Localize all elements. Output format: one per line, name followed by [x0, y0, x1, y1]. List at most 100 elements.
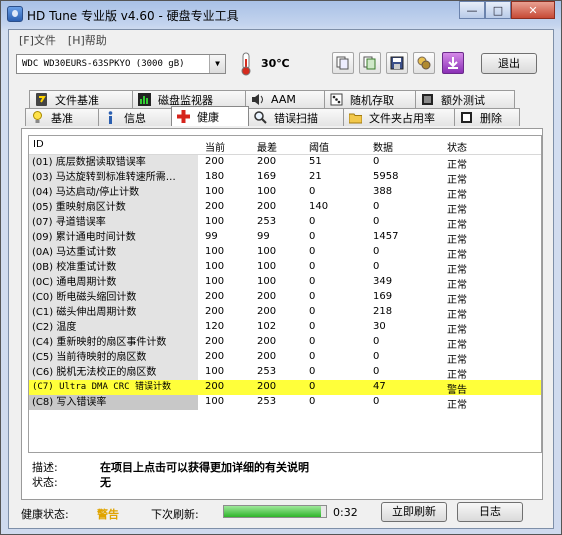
refresh-now-button[interactable]: 立即刷新: [381, 502, 447, 522]
minimize-button[interactable]: —: [459, 1, 485, 19]
description-label: 描述:: [32, 461, 58, 474]
row-worst: 100: [257, 261, 277, 272]
title-bar[interactable]: HD Tune 专业版 v4.60 - 硬盘专业工具 — □ ✕: [1, 1, 561, 29]
row-attribute-name: (0B) 校准重试计数: [29, 260, 198, 275]
table-row[interactable]: (C0) 断电磁头缩回计数 200 200 0 169 正常: [29, 290, 541, 306]
row-data: 0: [373, 156, 380, 167]
copy-all-button[interactable]: [359, 52, 381, 74]
tab-aam[interactable]: AAM: [245, 90, 325, 108]
table-row[interactable]: (C4) 重新映射的扇区事件计数 200 200 0 0 正常: [29, 335, 541, 351]
row-threshold: 0: [309, 306, 316, 317]
table-row[interactable]: (C7) Ultra DMA CRC 错误计数 200 200 0 47 警告: [29, 380, 541, 396]
row-status: 正常: [447, 310, 467, 321]
speaker-icon: [251, 93, 264, 106]
row-threshold: 0: [309, 396, 316, 407]
tab-info[interactable]: 信息: [98, 108, 172, 126]
col-current[interactable]: 当前: [205, 139, 225, 154]
tab-random-access[interactable]: 随机存取: [324, 90, 416, 108]
row-threshold: 21: [309, 171, 322, 182]
table-row[interactable]: (07) 寻道错误率 100 253 0 0 正常: [29, 215, 541, 231]
options-button[interactable]: [413, 52, 435, 74]
col-status[interactable]: 状态: [447, 139, 467, 154]
table-row[interactable]: (0C) 通电周期计数 100 100 0 349 正常: [29, 275, 541, 291]
refresh-countdown: 0:32: [333, 506, 358, 519]
copy-button[interactable]: [332, 52, 354, 74]
table-row[interactable]: (04) 马达启动/停止计数 100 100 0 388 正常: [29, 185, 541, 201]
row-attribute-name: (C2) 温度: [29, 320, 198, 335]
tab-label: 随机存取: [350, 93, 394, 107]
maximize-button[interactable]: □: [485, 1, 511, 19]
row-data: 30: [373, 321, 386, 332]
row-threshold: 0: [309, 351, 316, 362]
row-threshold: 0: [309, 336, 316, 347]
row-worst: 200: [257, 336, 277, 347]
row-status: 正常: [447, 280, 467, 291]
row-worst: 100: [257, 186, 277, 197]
row-attribute-name: (C1) 磁头伸出周期计数: [29, 305, 198, 320]
table-row[interactable]: (C2) 温度 120 102 0 30 正常: [29, 320, 541, 336]
exit-button[interactable]: 退出: [481, 53, 537, 74]
row-threshold: 0: [309, 276, 316, 287]
tab-error-scan[interactable]: 错误扫描: [248, 108, 344, 126]
row-status: 正常: [447, 295, 467, 306]
close-button[interactable]: ✕: [511, 1, 555, 19]
menu-help[interactable]: [H]帮助: [62, 30, 113, 48]
row-threshold: 0: [309, 261, 316, 272]
table-row[interactable]: (C1) 磁头伸出周期计数 200 200 0 218 正常: [29, 305, 541, 321]
row-threshold: 0: [309, 291, 316, 302]
row-threshold: 140: [309, 201, 329, 212]
row-current: 120: [205, 321, 225, 332]
tab-file-benchmark[interactable]: 文件基准: [29, 90, 133, 108]
tab-health[interactable]: 健康: [171, 106, 249, 126]
row-attribute-name: (03) 马达旋转到标准转速所需…: [29, 170, 198, 185]
row-data: 0: [373, 366, 380, 377]
row-status: 正常: [447, 400, 467, 411]
col-id[interactable]: ID: [33, 139, 44, 150]
row-worst: 200: [257, 351, 277, 362]
row-threshold: 0: [309, 246, 316, 257]
tab-erase[interactable]: 删除: [454, 108, 520, 126]
folder-icon: [348, 111, 363, 124]
row-current: 200: [205, 291, 225, 302]
table-row[interactable]: (03) 马达旋转到标准转速所需… 180 169 21 5958 正常: [29, 170, 541, 186]
row-attribute-name: (C5) 当前待映射的扇区数: [29, 350, 198, 365]
log-button[interactable]: 日志: [457, 502, 523, 522]
magnifier-icon: [254, 111, 267, 124]
tab-benchmark[interactable]: 基准: [25, 108, 99, 126]
menu-file[interactable]: [F]文件: [13, 30, 62, 48]
row-attribute-name: (C0) 断电磁头缩回计数: [29, 290, 198, 305]
table-row[interactable]: (09) 累计通电时间计数 99 99 0 1457 正常: [29, 230, 541, 246]
table-row[interactable]: (0A) 马达重试计数 100 100 0 0 正常: [29, 245, 541, 261]
drive-select-value: WDC WD30EURS-63SPKYO (3000 gB): [22, 59, 185, 69]
row-status: 正常: [447, 220, 467, 231]
col-data[interactable]: 数据: [373, 139, 393, 154]
row-worst: 253: [257, 216, 277, 227]
table-row[interactable]: (01) 底层数据读取错误率 200 200 51 0 正常: [29, 155, 541, 171]
row-data: 349: [373, 276, 393, 287]
row-current: 200: [205, 381, 225, 392]
col-worst[interactable]: 最差: [257, 139, 277, 154]
row-status: 正常: [447, 250, 467, 261]
save-button[interactable]: [386, 52, 408, 74]
table-row[interactable]: (0B) 校准重试计数 100 100 0 0 正常: [29, 260, 541, 276]
table-row[interactable]: (05) 重映射扇区计数 200 200 140 0 正常: [29, 200, 541, 216]
download-button[interactable]: [442, 52, 464, 74]
row-status: 正常: [447, 160, 467, 171]
status-bar: 健康状态: 警告 下次刷新: 0:32 立即刷新 日志: [15, 502, 549, 526]
row-current: 200: [205, 156, 225, 167]
table-row[interactable]: (C8) 写入错误率 100 253 0 0 正常: [29, 395, 541, 411]
tab-extra-tests[interactable]: 额外测试: [415, 90, 515, 108]
drive-select[interactable]: WDC WD30EURS-63SPKYO (3000 gB) ▼: [16, 54, 226, 74]
tab-folder-usage[interactable]: 文件夹占用率: [343, 108, 455, 126]
file-benchmark-icon: [35, 93, 48, 106]
table-row[interactable]: (C6) 脱机无法校正的扇区数 100 253 0 0 正常: [29, 365, 541, 381]
refresh-progress-fill: [224, 506, 321, 517]
row-attribute-name: (09) 累计通电时间计数: [29, 230, 198, 245]
smart-table[interactable]: ID 当前 最差 阈值 数据 状态 (01) 底层数据读取错误率 200 200 51…: [28, 135, 542, 453]
row-status: 警告: [447, 385, 467, 396]
row-current: 100: [205, 366, 225, 377]
chevron-down-icon[interactable]: ▼: [209, 55, 225, 73]
table-row[interactable]: (C5) 当前待映射的扇区数 200 200 0 0 正常: [29, 350, 541, 366]
row-attribute-name: (05) 重映射扇区计数: [29, 200, 198, 215]
col-threshold[interactable]: 阈值: [309, 139, 329, 154]
